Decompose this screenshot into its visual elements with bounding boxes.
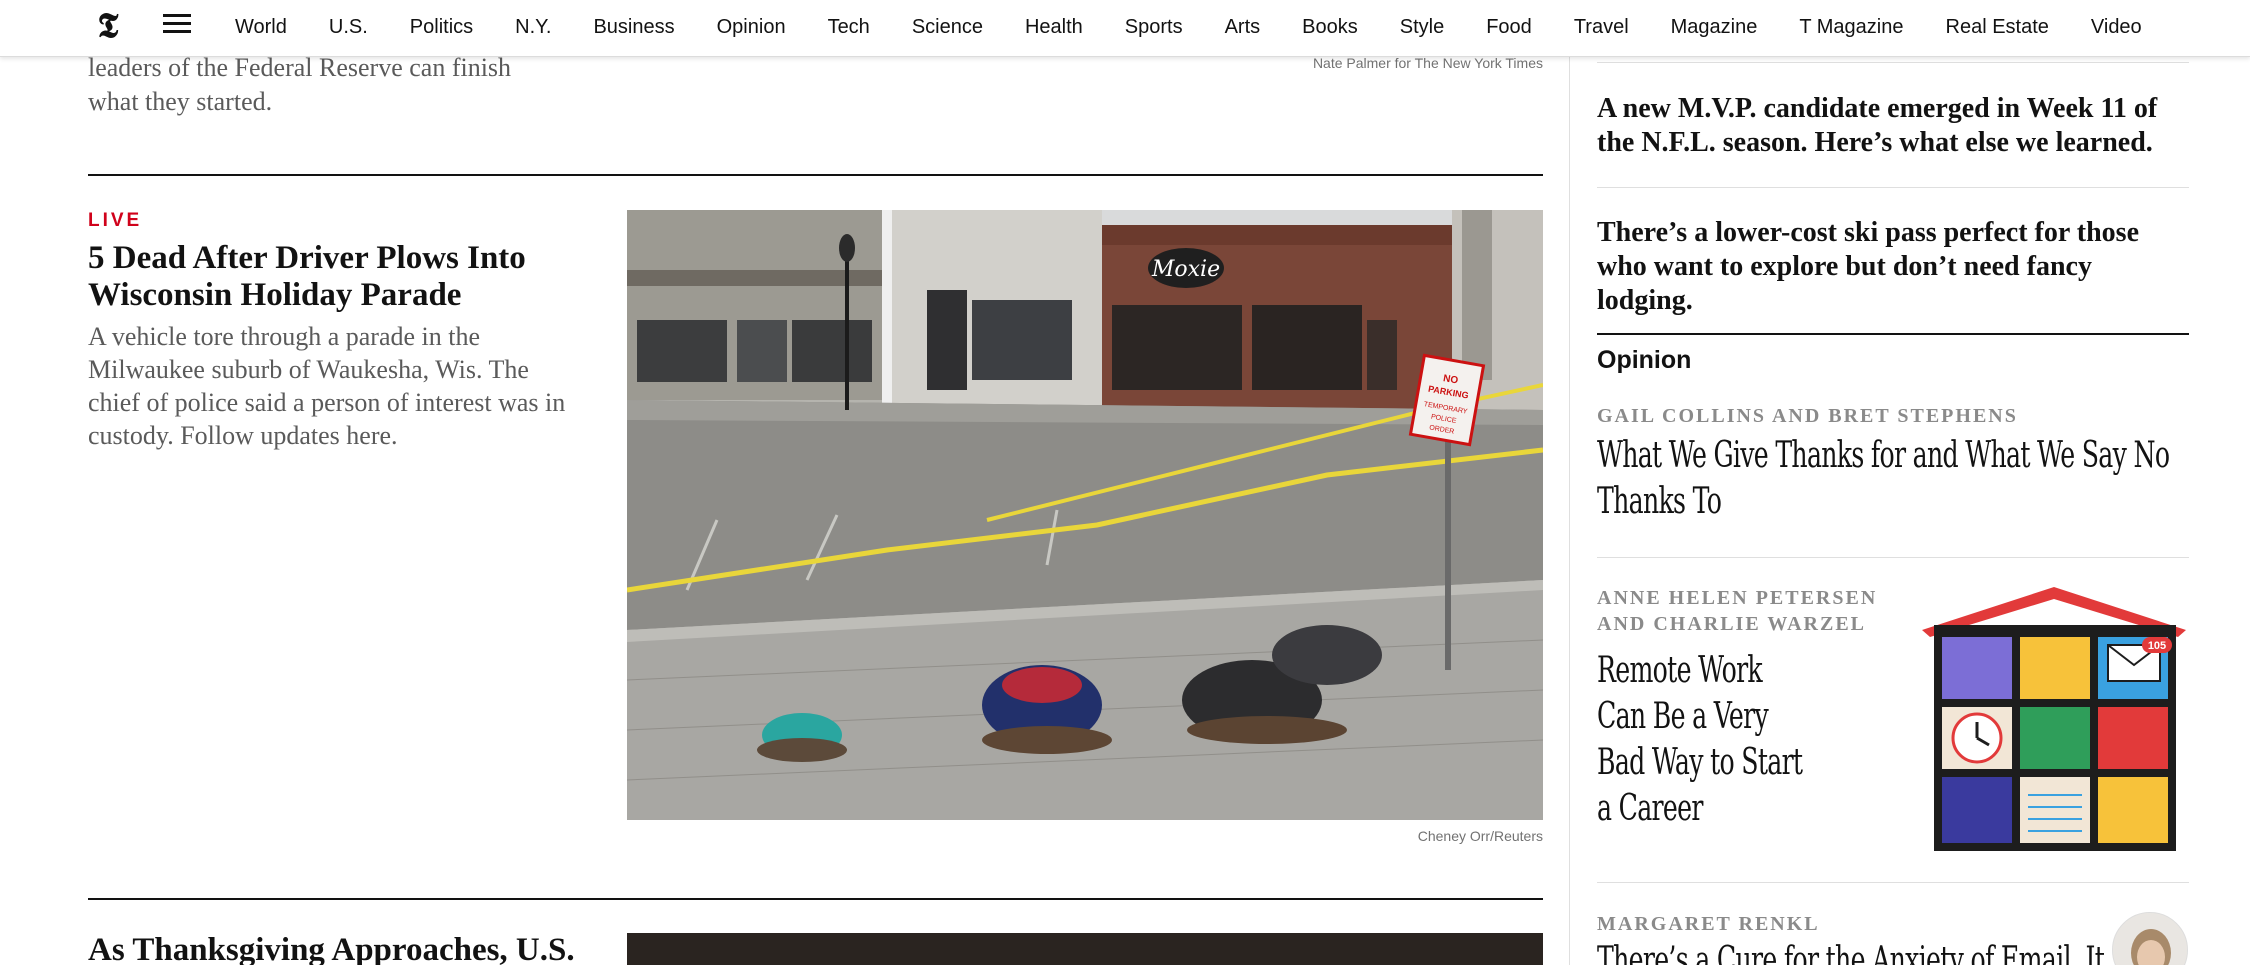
house-illustration[interactable]: 105 (1920, 585, 2189, 853)
story-summary[interactable]: A vehicle tore through a parade in the M… (88, 320, 568, 452)
photo-credit: Nate Palmer for The New York Times (1312, 55, 1543, 71)
story-headline[interactable]: 5 Dead After Driver Plows Into Wisconsin… (88, 240, 568, 314)
nav-link-science[interactable]: Science (912, 16, 983, 39)
nav-link-opinion[interactable]: Opinion (717, 16, 786, 39)
opinion-byline[interactable]: ANNE HELEN PETERSEN (1597, 585, 1877, 611)
live-label: LIVE (88, 210, 143, 231)
sidebar: A new M.V.P. candidate emerged in Week 1… (1597, 0, 2189, 965)
nav-link-style[interactable]: Style (1400, 16, 1444, 39)
sidebar-divider (1597, 557, 2189, 558)
nav-link-arts[interactable]: Arts (1225, 16, 1261, 39)
nav-link-magazine[interactable]: Magazine (1671, 16, 1758, 39)
opinion-section-label[interactable]: Opinion (1597, 346, 1691, 375)
story-headline[interactable]: As Thanksgiving Approaches, U.S. (88, 932, 608, 965)
opinion-byline[interactable]: MARGARET RENKL (1597, 911, 1820, 937)
nav-link-sports[interactable]: Sports (1125, 16, 1183, 39)
sidebar-story-headline[interactable]: A new M.V.P. candidate emerged in Week 1… (1597, 92, 2189, 160)
nav-link-health[interactable]: Health (1025, 16, 1083, 39)
nav-link-politics[interactable]: Politics (410, 16, 473, 39)
sidebar-divider (1597, 62, 2189, 63)
sidebar-story-headline[interactable]: There’s a lower-cost ski pass perfect fo… (1597, 216, 2189, 318)
nav-link-real-estate[interactable]: Real Estate (1946, 16, 2049, 39)
opinion-byline[interactable]: AND CHARLIE WARZEL (1597, 611, 1866, 637)
column-divider (1569, 57, 1570, 965)
storefront-sign-text: Moxie (1151, 257, 1220, 282)
nav-link-ny[interactable]: N.Y. (515, 16, 551, 39)
story-photo[interactable]: Moxie NO PARKING TEMPORARY POLICE ORDER (627, 210, 1543, 820)
top-navigation-bar: 𝕿 World U.S. Politics N.Y. Business Opin… (0, 0, 2250, 57)
nav-link-business[interactable]: Business (593, 16, 674, 39)
mail-count-badge: 105 (2148, 640, 2166, 652)
previous-story-summary[interactable]: leaders of the Federal Reserve can finis… (88, 51, 568, 119)
nav-link-tech[interactable]: Tech (828, 16, 870, 39)
nav-link-us[interactable]: U.S. (329, 16, 368, 39)
nav-link-food[interactable]: Food (1486, 16, 1532, 39)
menu-icon[interactable] (163, 14, 191, 38)
opinion-headline[interactable]: Remote Work Can Be a Very Bad Way to Sta… (1597, 648, 1807, 832)
main-column: leaders of the Federal Reserve can finis… (88, 0, 1543, 965)
section-nav: World U.S. Politics N.Y. Business Opinio… (214, 0, 2163, 54)
story-divider (88, 898, 1543, 900)
story-photo[interactable] (627, 933, 1543, 965)
photo-credit: Cheney Orr/Reuters (1417, 828, 1543, 844)
nav-link-books[interactable]: Books (1302, 16, 1358, 39)
author-avatar[interactable] (2112, 912, 2188, 965)
story-divider (88, 174, 1543, 176)
opinion-headline[interactable]: There’s a Cure for the Anxiety of Email.… (1597, 938, 2105, 965)
nyt-logo-icon[interactable]: 𝕿 (92, 9, 124, 43)
opinion-headline[interactable]: What We Give Thanks for and What We Say … (1597, 433, 2185, 525)
nav-link-world[interactable]: World (235, 16, 287, 39)
sidebar-divider (1597, 187, 2189, 188)
nav-link-video[interactable]: Video (2091, 16, 2142, 39)
sidebar-divider (1597, 882, 2189, 883)
opinion-byline[interactable]: GAIL COLLINS AND BRET STEPHENS (1597, 403, 2018, 429)
nav-link-t-magazine[interactable]: T Magazine (1799, 16, 1903, 39)
opinion-section-divider (1597, 333, 2189, 335)
nav-link-travel[interactable]: Travel (1574, 16, 1629, 39)
